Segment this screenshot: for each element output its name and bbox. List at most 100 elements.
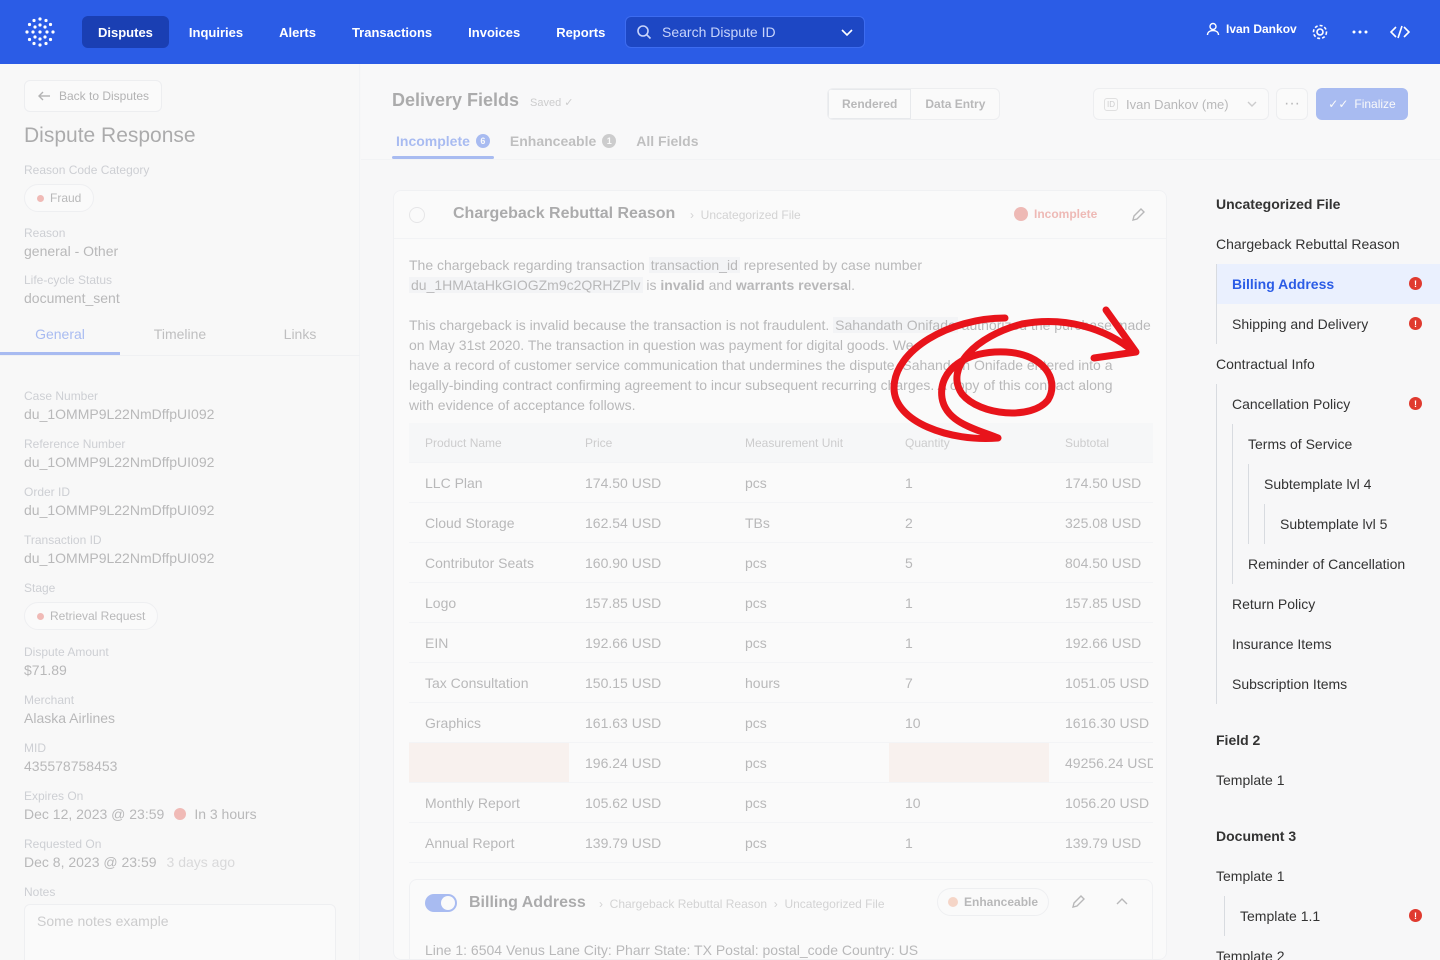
outline-item[interactable]: Contractual Info — [1216, 356, 1315, 372]
stage-value: Retrieval Request — [50, 609, 146, 623]
table-cell: Monthly Report — [425, 794, 520, 811]
owner-select[interactable]: ID Ivan Dankov (me) — [1093, 88, 1269, 120]
gear-icon[interactable] — [1310, 22, 1330, 42]
merchant-label: Merchant — [24, 693, 75, 707]
mid-value: 435578758453 — [24, 758, 118, 774]
select-radio[interactable] — [409, 207, 425, 223]
nav-inquiries[interactable]: Inquiries — [173, 16, 259, 48]
chevron-up-icon[interactable] — [1114, 894, 1130, 910]
outline-item[interactable]: Document 3 — [1216, 828, 1296, 844]
reason-code-chip: Fraud — [24, 184, 95, 212]
outline-item[interactable]: Billing Address — [1232, 276, 1334, 292]
outline-item[interactable]: Template 1 — [1216, 772, 1284, 788]
variable-token[interactable]: Sahandath Onifade — [833, 317, 958, 333]
tab-all-fields[interactable]: All Fields — [636, 126, 698, 156]
more-actions-button[interactable]: ··· — [1276, 88, 1308, 120]
pencil-icon[interactable] — [1130, 207, 1146, 223]
requested-label: Requested On — [24, 837, 102, 851]
outline-item[interactable]: Chargeback Rebuttal Reason — [1216, 236, 1400, 252]
outline-item[interactable]: Template 1.1 — [1240, 908, 1320, 924]
outline-item[interactable]: Subscription Items — [1232, 676, 1347, 692]
dispute-details-panel: Back to Disputes Dispute Response Reason… — [0, 64, 360, 960]
back-to-disputes-button[interactable]: Back to Disputes — [24, 80, 163, 112]
case-number-value: du_1OMMP9L22NmDffpUI092 — [24, 406, 215, 422]
outline-tree-line — [1216, 264, 1217, 344]
app-logo-icon[interactable] — [24, 16, 56, 48]
table-cell: 1056.20 USD — [1065, 794, 1150, 811]
table-cell: 2 — [905, 514, 913, 531]
expires-value: Dec 12, 2023 @ 23:59 In 3 hours — [24, 806, 257, 822]
more-horizontal-icon[interactable] — [1350, 22, 1370, 42]
outline-item[interactable]: Template 2 — [1216, 948, 1284, 960]
outline-item[interactable]: Field 2 — [1216, 732, 1260, 748]
outline-tree-line — [1224, 896, 1225, 936]
tab-links[interactable]: Links — [240, 320, 360, 355]
double-check-icon: ✓✓ — [1328, 97, 1349, 111]
nav-invoices[interactable]: Invoices — [452, 16, 536, 48]
table-cell: pcs — [745, 634, 767, 651]
outline-item[interactable]: Cancellation Policy — [1232, 396, 1350, 412]
table-cell: pcs — [745, 554, 767, 571]
variable-token[interactable]: du_1HMAtaHkGIOGZm9c2QRHZPlv — [409, 277, 643, 293]
table-cell: 325.08 USD — [1065, 514, 1142, 531]
finalize-button[interactable]: ✓✓ Finalize — [1316, 88, 1408, 120]
outline-item[interactable]: Subtemplate lvl 5 — [1280, 516, 1387, 532]
tab-enhanceable[interactable]: Enhanceable 1 — [509, 126, 617, 156]
outline-item[interactable]: Return Policy — [1232, 596, 1315, 612]
table-cell: Contributor Seats — [425, 554, 534, 571]
outline-item[interactable]: Template 1 — [1216, 868, 1284, 884]
column-header: Product Name — [425, 435, 502, 450]
view-mode-rendered[interactable]: Rendered — [828, 89, 912, 119]
tab-timeline[interactable]: Timeline — [120, 320, 240, 355]
crumb-file[interactable]: Uncategorized File — [784, 897, 884, 911]
outline-item[interactable]: Uncategorized File — [1216, 196, 1340, 212]
nav-disputes[interactable]: Disputes — [82, 16, 169, 48]
order-id-label: Order ID — [24, 485, 71, 499]
table-cell: 1051.05 USD — [1065, 674, 1150, 691]
main-nav: Disputes Inquiries Alerts Transactions I… — [82, 16, 621, 48]
table-cell: 174.50 USD — [1065, 474, 1142, 491]
tab-incomplete[interactable]: Incomplete 6 — [392, 126, 494, 159]
notes-textarea[interactable]: Some notes example — [24, 904, 336, 960]
table-cell: Logo — [425, 594, 457, 611]
nav-reports[interactable]: Reports — [540, 16, 621, 48]
chevron-down-icon[interactable] — [840, 25, 854, 39]
enabled-toggle[interactable] — [425, 894, 457, 912]
outline-tree-line — [1248, 464, 1249, 544]
amount-label: Dispute Amount — [24, 645, 109, 659]
card-header: Chargeback Rebuttal Reason › Uncategoriz… — [394, 191, 1166, 239]
requested-value: Dec 8, 2023 @ 23:59 3 days ago — [24, 854, 235, 870]
outline-item[interactable]: Insurance Items — [1232, 636, 1332, 652]
outline-item[interactable]: Subtemplate lvl 4 — [1264, 476, 1371, 492]
reason-code-value: Fraud — [50, 191, 82, 205]
nav-transactions[interactable]: Transactions — [336, 16, 448, 48]
case-number-label: Case Number — [24, 389, 99, 403]
table-cell: 162.54 USD — [585, 514, 662, 531]
tab-general[interactable]: General — [0, 320, 120, 355]
panel-title: Dispute Response — [24, 124, 196, 147]
outline-item[interactable]: Reminder of Cancellation — [1248, 556, 1405, 572]
table-cell[interactable] — [889, 743, 1049, 782]
crumb-parent[interactable]: Chargeback Rebuttal Reason — [610, 897, 767, 911]
table-row: Monthly Report 105.62 USD pcs 10 1056.20 USD — [409, 783, 1153, 823]
code-icon[interactable] — [1390, 22, 1410, 42]
table-cell: EIN — [425, 634, 449, 651]
variable-token[interactable]: transaction_id — [648, 257, 740, 273]
pencil-icon[interactable] — [1070, 894, 1086, 910]
reason-label: Reason — [24, 226, 66, 240]
address-line: Line 1: 6504 Venus Lane City: Pharr Stat… — [425, 942, 919, 958]
outline-item[interactable]: Terms of Service — [1248, 436, 1352, 452]
outline-item[interactable]: Shipping and Delivery — [1232, 316, 1368, 332]
tab-enhanceable-label: Enhanceable — [509, 133, 597, 149]
view-mode-data-entry[interactable]: Data Entry — [911, 89, 999, 119]
text-span: The chargeback regarding transaction — [409, 257, 649, 273]
nav-alerts[interactable]: Alerts — [263, 16, 332, 48]
text-span: legally-binding contract confirming agre… — [409, 377, 1113, 393]
user-menu[interactable]: Ivan Dankov — [1206, 22, 1297, 36]
table-cell: 157.85 USD — [1065, 594, 1142, 611]
transaction-id-value: du_1OMMP9L22NmDffpUI092 — [24, 550, 215, 566]
search-dispute-input[interactable]: Search Dispute ID — [625, 16, 865, 48]
table-cell[interactable] — [409, 743, 569, 782]
chevron-right-icon: › — [690, 208, 694, 222]
field-filter-tabs: Incomplete 6 Enhanceable 1 All Fields — [392, 126, 699, 159]
